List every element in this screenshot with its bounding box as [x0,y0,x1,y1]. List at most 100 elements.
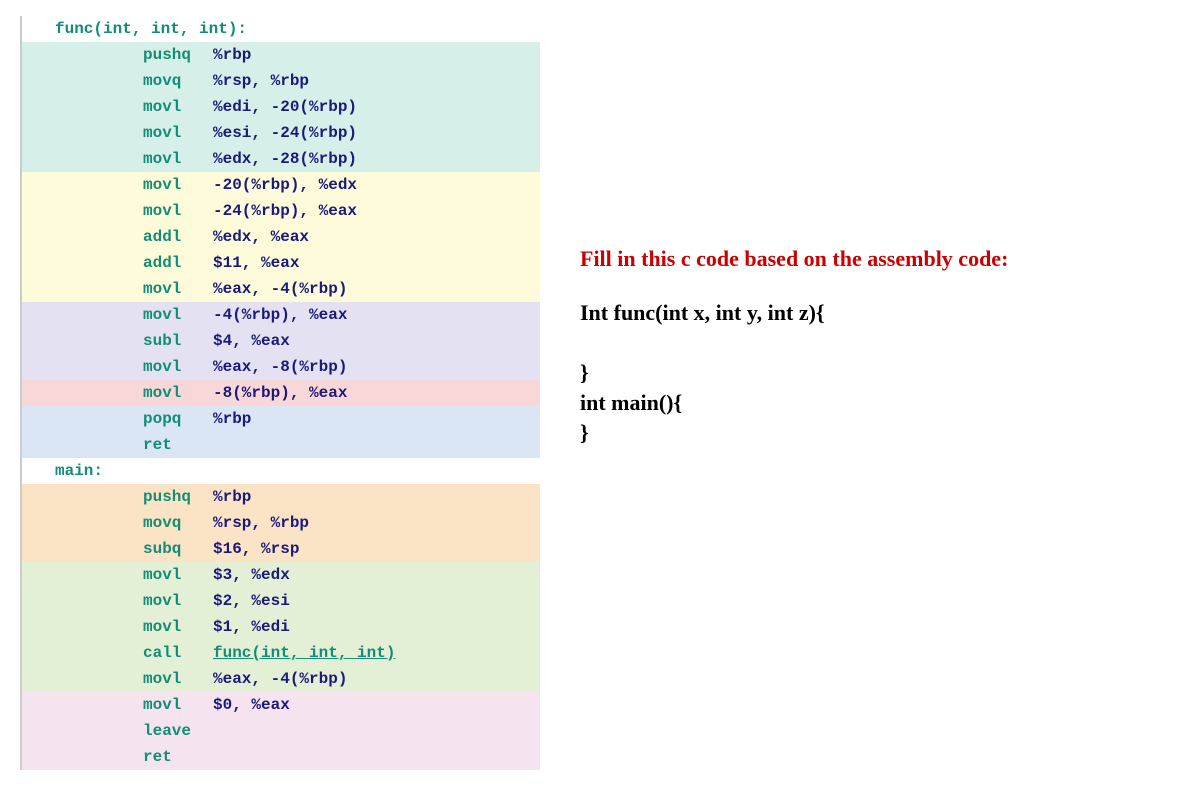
c-code-line: } [580,420,1180,446]
asm-line: movl%eax, -4(%rbp) [22,276,540,302]
operand: $16, %rsp [213,540,299,558]
operand: %rbp [213,488,251,506]
asm-line: ret [22,744,540,770]
operand: $1, %edi [213,618,290,636]
mnemonic: movl [143,358,213,376]
asm-code: movl-8(%rbp), %eax [55,384,347,402]
asm-line: movl-24(%rbp), %eax [22,198,540,224]
operand: %edx, %eax [213,228,309,246]
mnemonic: movl [143,618,213,636]
asm-code: movl-4(%rbp), %eax [55,306,347,324]
operand: %rbp [213,410,251,428]
mnemonic: movl [143,176,213,194]
operand: $11, %eax [213,254,299,272]
func-label-line: func(int, int, int): [22,16,540,42]
operand: -8(%rbp), %eax [213,384,347,402]
asm-code: movl-24(%rbp), %eax [55,202,357,220]
c-code-skeleton: Int func(int x, int y, int z){}int main(… [580,300,1180,446]
operand: %eax, -4(%rbp) [213,280,347,298]
operand: -4(%rbp), %eax [213,306,347,324]
asm-line: ret [22,432,540,458]
question-column: Fill in this c code based on the assembl… [540,16,1180,770]
mnemonic: call [143,644,213,662]
asm-line: subq$16, %rsp [22,536,540,562]
asm-code: movl%edi, -20(%rbp) [55,98,357,116]
mnemonic: movl [143,566,213,584]
asm-code: movl%eax, -4(%rbp) [55,670,347,688]
assembly-code-column: func(int, int, int): pushq%rbpmovq%rsp, … [20,16,540,770]
asm-line: movl%esi, -24(%rbp) [22,120,540,146]
asm-code: movq%rsp, %rbp [55,72,309,90]
func-body: pushq%rbpmovq%rsp, %rbpmovl%edi, -20(%rb… [22,42,540,458]
mnemonic: movl [143,98,213,116]
asm-code: ret [55,436,213,454]
asm-code: movl%esi, -24(%rbp) [55,124,357,142]
asm-line: movl-8(%rbp), %eax [22,380,540,406]
asm-code: movl%eax, -4(%rbp) [55,280,347,298]
asm-code: subq$16, %rsp [55,540,299,558]
operand: $2, %esi [213,592,290,610]
asm-line: addl$11, %eax [22,250,540,276]
mnemonic: addl [143,228,213,246]
mnemonic: movl [143,384,213,402]
asm-line: movl%edi, -20(%rbp) [22,94,540,120]
operand: %eax, -8(%rbp) [213,358,347,376]
asm-code: movl%edx, -28(%rbp) [55,150,357,168]
asm-code: addl%edx, %eax [55,228,309,246]
code-block: func(int, int, int): pushq%rbpmovq%rsp, … [20,16,540,770]
asm-code: movl%eax, -8(%rbp) [55,358,347,376]
asm-line: movl$1, %edi [22,614,540,640]
asm-line: movl%eax, -4(%rbp) [22,666,540,692]
asm-line: popq%rbp [22,406,540,432]
mnemonic: addl [143,254,213,272]
mnemonic: pushq [143,488,213,506]
asm-line: movl%edx, -28(%rbp) [22,146,540,172]
mnemonic: movl [143,306,213,324]
asm-line: movl-4(%rbp), %eax [22,302,540,328]
operand: %esi, -24(%rbp) [213,124,357,142]
mnemonic: movl [143,592,213,610]
operand: %edx, -28(%rbp) [213,150,357,168]
mnemonic: movl [143,150,213,168]
call-target: func(int, int, int) [213,644,395,662]
asm-code: movl$3, %edx [55,566,290,584]
operand: %rsp, %rbp [213,514,309,532]
asm-code: pushq%rbp [55,46,251,64]
operand: %edi, -20(%rbp) [213,98,357,116]
mnemonic: movl [143,696,213,714]
mnemonic: subl [143,332,213,350]
asm-line: pushq%rbp [22,484,540,510]
operand: %rsp, %rbp [213,72,309,90]
asm-code: ret [55,748,213,766]
mnemonic: ret [143,748,213,766]
asm-line: movl$0, %eax [22,692,540,718]
mnemonic: subq [143,540,213,558]
asm-line: movq%rsp, %rbp [22,68,540,94]
mnemonic: leave [143,722,213,740]
asm-code: movq%rsp, %rbp [55,514,309,532]
asm-code: movl$0, %eax [55,696,290,714]
asm-code: callfunc(int, int, int) [55,644,395,662]
asm-code: addl$11, %eax [55,254,299,272]
mnemonic: movq [143,72,213,90]
asm-line: movl$2, %esi [22,588,540,614]
prompt-text: Fill in this c code based on the assembl… [580,246,1180,272]
operand: $4, %eax [213,332,290,350]
asm-code: popq%rbp [55,410,251,428]
asm-line: pushq%rbp [22,42,540,68]
asm-code: movl$1, %edi [55,618,290,636]
asm-code: subl$4, %eax [55,332,290,350]
mnemonic: movl [143,202,213,220]
c-code-line: Int func(int x, int y, int z){ [580,300,1180,326]
mnemonic: movl [143,670,213,688]
mnemonic: movq [143,514,213,532]
asm-code: movl-20(%rbp), %edx [55,176,357,194]
asm-line: callfunc(int, int, int) [22,640,540,666]
asm-line: leave [22,718,540,744]
asm-code: pushq%rbp [55,488,251,506]
operand: -24(%rbp), %eax [213,202,357,220]
asm-line: movl%eax, -8(%rbp) [22,354,540,380]
c-code-line: } [580,360,1180,386]
asm-line: movl$3, %edx [22,562,540,588]
operand: %rbp [213,46,251,64]
